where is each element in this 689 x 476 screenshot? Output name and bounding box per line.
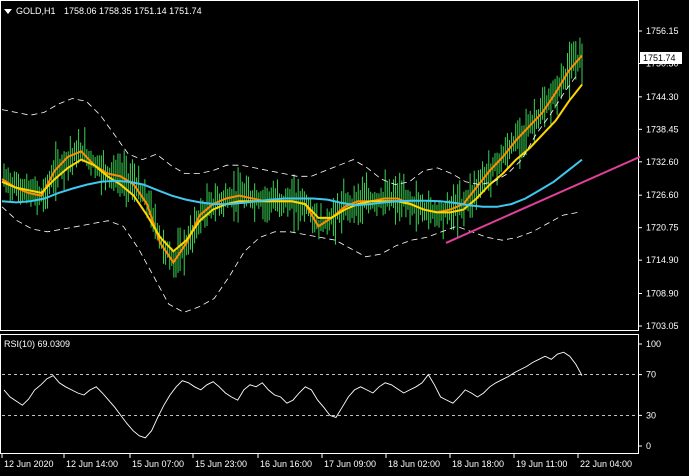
rsi-tick-label: 70: [646, 370, 656, 380]
rsi-panel-frame: [0, 334, 639, 454]
price-tick-label: 1744.30: [646, 92, 679, 102]
time-tick-label: 17 Jun 09:00: [324, 459, 376, 469]
rsi-tick-label: 30: [646, 410, 656, 420]
time-tick-label: 18 Jun 18:00: [452, 459, 504, 469]
candlesticks: [3, 37, 583, 278]
rsi-axis: 100 70 30 0: [2, 339, 661, 451]
time-tick-label: 12 Jun 2020: [4, 459, 54, 469]
symbol-label: GOLD,H1: [16, 6, 56, 16]
rsi-header: RSI(10) 69.0309: [4, 339, 70, 349]
price-axis: 1756.151750.301744.301738.451732.601726.…: [638, 26, 679, 331]
price-tick-label: 1732.60: [646, 157, 679, 167]
price-tick-label: 1720.75: [646, 223, 679, 233]
time-tick-label: 18 Jun 02:00: [388, 459, 440, 469]
price-tick-label: 1703.05: [646, 321, 679, 331]
ohlc-values: 1758.06 1758.35 1751.14 1751.74: [64, 6, 202, 16]
triangle-down-icon[interactable]: [4, 9, 12, 14]
rsi-tick-label: 0: [646, 441, 651, 451]
rsi-line: [3, 351, 583, 439]
time-axis: 12 Jun 2020 12 Jun 14:00 15 Jun 07:00 15 Ju…: [1, 454, 632, 469]
time-tick-label: 12 Jun 14:00: [66, 459, 118, 469]
time-tick-label: 15 Jun 07:00: [132, 459, 184, 469]
price-tick-label: 1738.45: [646, 124, 679, 134]
price-badge-value: 1751.74: [643, 53, 676, 63]
price-tick-label: 1714.90: [646, 255, 679, 265]
price-chart[interactable]: 1756.151750.301744.301738.451732.601726.…: [0, 0, 689, 476]
price-tick-label: 1756.15: [646, 26, 679, 36]
time-tick-label: 22 Jun 04:00: [580, 459, 632, 469]
rsi-plot: [3, 351, 583, 439]
time-tick-label: 16 Jun 16:00: [260, 459, 312, 469]
time-tick-label: 19 Jun 11:00: [516, 459, 567, 469]
rsi-tick-label: 100: [646, 339, 661, 349]
time-tick-label: 15 Jun 23:00: [195, 459, 247, 469]
price-tick-label: 1726.60: [646, 190, 679, 200]
price-tick-label: 1708.90: [646, 289, 679, 299]
